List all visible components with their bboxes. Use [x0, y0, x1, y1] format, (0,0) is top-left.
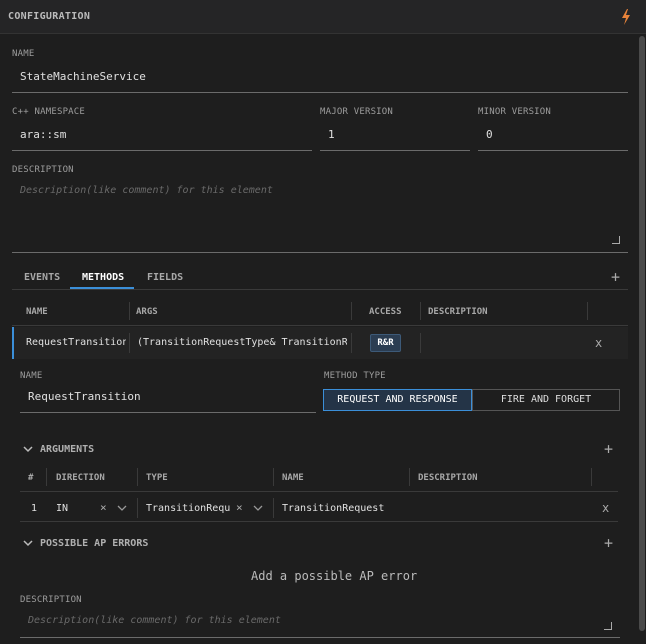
arguments-header-divider [20, 491, 618, 492]
resize-handle-icon[interactable] [604, 622, 612, 630]
arguments-header-index: # [28, 473, 34, 483]
column-separator [273, 498, 274, 518]
tabs-divider [12, 289, 628, 290]
add-ap-error-plus-icon[interactable]: + [604, 536, 613, 551]
column-separator[interactable] [587, 302, 588, 320]
bolt-icon[interactable] [620, 8, 632, 26]
delete-argument-close-icon[interactable]: x [602, 502, 609, 514]
method-row-name: RequestTransition [26, 337, 126, 348]
namespace-label: C++ NAMESPACE [12, 107, 86, 117]
description-placeholder: Description(like comment) for this eleme… [20, 185, 273, 196]
arguments-header-type: TYPE [146, 473, 168, 483]
delete-method-close-icon[interactable]: x [595, 337, 602, 349]
name-input[interactable]: StateMachineService [12, 66, 628, 93]
arguments-header-direction: DIRECTION [56, 473, 105, 483]
description-label: DESCRIPTION [12, 165, 74, 175]
methods-header-divider [12, 325, 628, 326]
tab-fields[interactable]: FIELDS [147, 272, 183, 283]
add-method-plus-icon[interactable]: + [611, 270, 620, 285]
ap-errors-empty-text: Add a possible AP error [251, 569, 418, 583]
tab-events[interactable]: EVENTS [24, 272, 60, 283]
namespace-input-value: ara::sm [20, 128, 67, 141]
column-separator [351, 333, 352, 353]
method-type-fire-and-forget[interactable]: FIRE AND FORGET [472, 389, 620, 411]
argument-row-divider [20, 521, 618, 522]
chevron-down-icon[interactable] [22, 537, 34, 549]
column-separator [137, 498, 138, 518]
method-type-label: METHOD TYPE [324, 371, 386, 381]
minor-version-label: MINOR VERSION [478, 107, 552, 117]
methods-header-name: NAME [26, 307, 48, 317]
scrollbar-thumb[interactable] [639, 36, 645, 631]
method-description-label: DESCRIPTION [20, 595, 82, 605]
resize-handle-icon[interactable] [612, 236, 620, 244]
column-separator [129, 333, 130, 353]
description-textarea[interactable]: Description(like comment) for this eleme… [12, 180, 628, 253]
method-name-input-value: RequestTransition [28, 390, 141, 403]
column-separator [420, 333, 421, 353]
argument-row-direction[interactable]: IN [56, 503, 68, 514]
add-argument-plus-icon[interactable]: + [604, 442, 613, 457]
namespace-input[interactable]: ara::sm [12, 124, 312, 151]
direction-chevron-down-icon[interactable] [116, 502, 128, 514]
major-version-label: MAJOR VERSION [320, 107, 394, 117]
method-row-args: (TransitionRequestType& TransitionRe... [137, 337, 347, 348]
type-chevron-down-icon[interactable] [252, 502, 264, 514]
method-name-input[interactable]: RequestTransition [20, 386, 316, 413]
clear-type-close-icon[interactable]: × [236, 502, 243, 513]
column-separator[interactable] [137, 468, 138, 486]
method-description-textarea[interactable]: Description(like comment) for this eleme… [20, 610, 620, 638]
argument-row-name[interactable]: TransitionRequest [282, 503, 384, 514]
chevron-down-icon[interactable] [22, 443, 34, 455]
name-label: NAME [12, 49, 35, 59]
column-separator[interactable] [591, 468, 592, 486]
column-separator[interactable] [420, 302, 421, 320]
tab-methods[interactable]: METHODS [82, 272, 124, 283]
method-description-placeholder: Description(like comment) for this eleme… [28, 615, 281, 626]
column-separator[interactable] [409, 468, 410, 486]
access-badge[interactable]: R&R [370, 334, 401, 352]
argument-row-index: 1 [31, 503, 38, 514]
arguments-title[interactable]: ARGUMENTS [40, 444, 94, 455]
column-separator[interactable] [351, 302, 352, 320]
ap-errors-title[interactable]: POSSIBLE AP ERRORS [40, 538, 148, 549]
method-name-label: NAME [20, 371, 43, 381]
clear-direction-close-icon[interactable]: × [100, 502, 107, 513]
method-type-request-response[interactable]: REQUEST AND RESPONSE [323, 389, 472, 411]
panel-header: CONFIGURATION [0, 0, 646, 34]
major-version-input[interactable]: 1 [320, 124, 470, 151]
methods-header-access: ACCESS [369, 307, 402, 317]
name-input-value: StateMachineService [20, 70, 146, 83]
minor-version-input[interactable]: 0 [478, 124, 628, 151]
arguments-header-name: NAME [282, 473, 304, 483]
minor-version-value: 0 [486, 128, 493, 141]
arguments-header-description: DESCRIPTION [418, 473, 478, 483]
column-separator[interactable] [273, 468, 274, 486]
methods-header-description: DESCRIPTION [428, 307, 488, 317]
column-separator[interactable] [129, 302, 130, 320]
methods-header-args: ARGS [136, 307, 158, 317]
vertical-scrollbar[interactable] [638, 34, 646, 644]
major-version-value: 1 [328, 128, 335, 141]
panel-title: CONFIGURATION [8, 11, 91, 22]
argument-row-type[interactable]: TransitionRequ... [146, 503, 232, 514]
column-separator[interactable] [46, 468, 47, 486]
